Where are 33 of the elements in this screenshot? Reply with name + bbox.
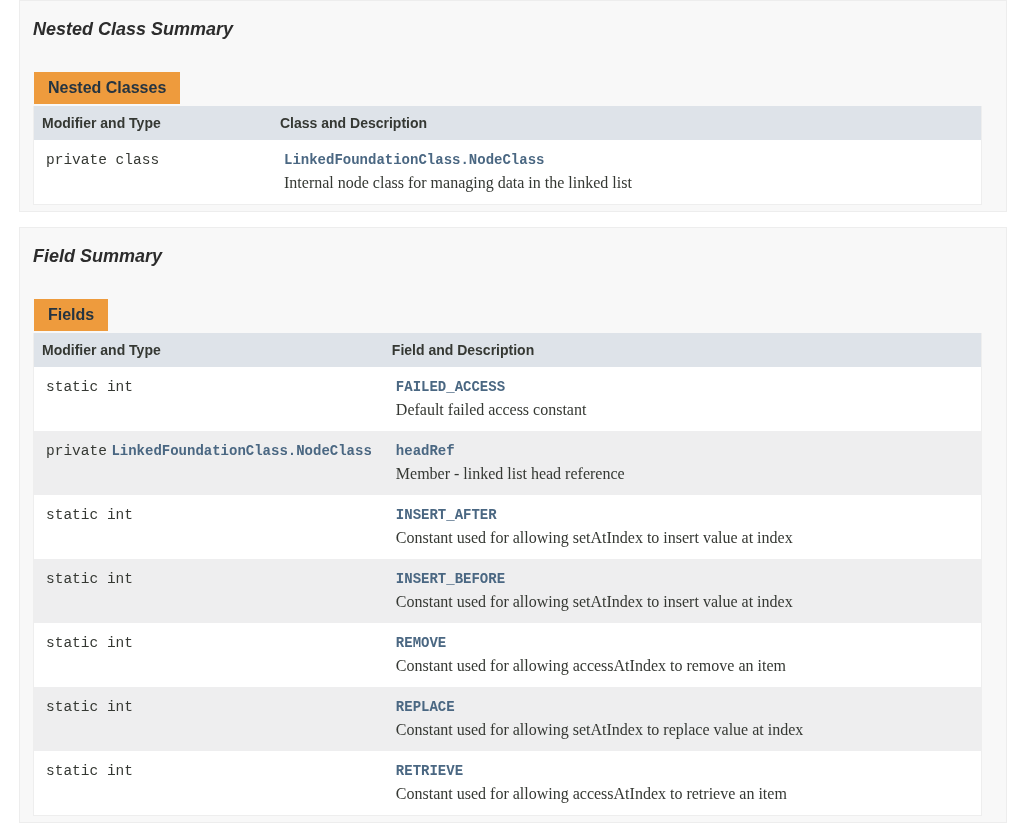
section-title: Nested Class Summary: [33, 18, 234, 41]
column-header: Class and Description: [272, 106, 982, 140]
member-description: Constant used for allowing accessAtIndex to retrieve an item: [395, 785, 788, 803]
modifier-type: static int: [46, 635, 133, 651]
member-description: Constant used for allowing setAtIndex to insert value at index: [395, 593, 794, 611]
modifier-type: private class: [46, 152, 160, 168]
modifier-type: static int: [46, 379, 133, 395]
section-title: Field Summary: [33, 245, 163, 268]
modifier-type: static int: [46, 507, 133, 523]
table-caption: Fields: [34, 299, 109, 331]
column-header: Modifier and Type: [33, 333, 384, 367]
member-description: Constant used for allowing accessAtIndex to remove an item: [395, 657, 787, 675]
member-link[interactable]: REPLACE: [395, 699, 455, 715]
member-description: Constant used for allowing setAtIndex to replace value at index: [395, 721, 805, 739]
member-link[interactable]: headRef: [395, 443, 455, 459]
modifier-type: static int: [46, 571, 133, 587]
column-header: Modifier and Type: [33, 106, 272, 140]
member-link[interactable]: REMOVE: [395, 635, 447, 651]
type-link[interactable]: LinkedFoundationClass.NodeClass: [111, 443, 372, 459]
member-link[interactable]: RETRIEVE: [395, 763, 464, 779]
member-description: Internal node class for managing data in the linked list: [284, 174, 633, 192]
member-description: Constant used for allowing setAtIndex to insert value at index: [395, 529, 794, 547]
modifier-type: private: [46, 443, 107, 459]
member-link[interactable]: FAILED_ACCESS: [395, 379, 506, 395]
member-link[interactable]: INSERT_AFTER: [395, 507, 497, 523]
member-link[interactable]: INSERT_BEFORE: [395, 571, 506, 587]
member-link[interactable]: LinkedFoundationClass.NodeClass: [284, 152, 545, 168]
member-description: Member - linked list head reference: [395, 465, 626, 483]
modifier-type: static int: [46, 763, 133, 779]
modifier-type: static int: [46, 699, 133, 715]
table-caption: Nested Classes: [34, 72, 181, 104]
member-description: Default failed access constant: [395, 401, 588, 419]
column-header: Field and Description: [383, 333, 982, 367]
